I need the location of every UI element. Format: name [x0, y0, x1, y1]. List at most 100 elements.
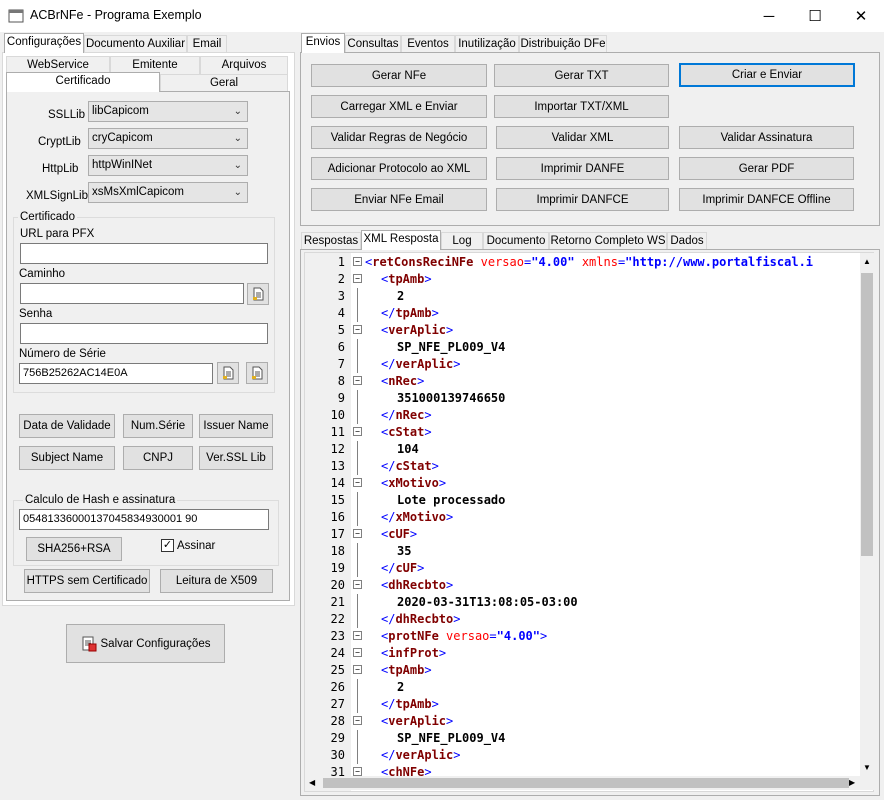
scroll-thumb[interactable]	[861, 273, 873, 556]
select-cert-button[interactable]	[217, 362, 239, 384]
importar-txt-xml-button[interactable]: Importar TXT/XML	[494, 95, 669, 118]
https-sem-certificado-button[interactable]: HTTPS sem Certificado	[24, 569, 150, 593]
select-cert-list-button[interactable]	[246, 362, 268, 384]
imprimir-danfe-button[interactable]: Imprimir DANFE	[496, 157, 669, 180]
scroll-right-icon[interactable]: ▶	[849, 778, 855, 787]
enviar-nfe-email-button[interactable]: Enviar NFe Email	[311, 188, 487, 211]
line-number: 25	[330, 663, 345, 677]
validar-xml-button[interactable]: Validar XML	[496, 126, 669, 149]
issuer-name-button[interactable]: Issuer Name	[199, 414, 273, 438]
adicionar-protocolo-button[interactable]: Adicionar Protocolo ao XML	[311, 157, 487, 180]
code-text: <tpAmb>	[381, 662, 432, 679]
salvar-configuracoes-button[interactable]: Salvar Configurações	[66, 624, 225, 663]
hscroll-thumb[interactable]	[323, 778, 849, 788]
tab-eventos[interactable]: Eventos	[401, 35, 455, 53]
gerar-nfe-button[interactable]: Gerar NFe	[311, 64, 487, 87]
xml-bracket: </	[381, 459, 396, 473]
line-number: 27	[330, 697, 345, 711]
fold-toggle-icon[interactable]: −	[353, 325, 362, 334]
fold-toggle-icon[interactable]: −	[353, 529, 362, 538]
imprimir-danfce-offline-button[interactable]: Imprimir DANFCE Offline	[679, 188, 854, 211]
caminho-input[interactable]	[20, 283, 244, 304]
scroll-up-icon[interactable]: ▲	[863, 257, 871, 266]
minimize-button[interactable]: ─	[746, 0, 792, 32]
vertical-scrollbar[interactable]: ▲ ▼	[860, 253, 874, 790]
code-text: <dhRecbto>	[381, 577, 453, 594]
fold-toggle-icon[interactable]: −	[353, 427, 362, 436]
fold-toggle-icon[interactable]: −	[353, 376, 362, 385]
subject-name-button[interactable]: Subject Name	[19, 446, 115, 470]
url-pfx-input[interactable]	[20, 243, 268, 264]
fold-toggle-icon[interactable]: −	[353, 478, 362, 487]
carregar-xml-enviar-button[interactable]: Carregar XML e Enviar	[311, 95, 487, 118]
tab-consultas[interactable]: Consultas	[345, 35, 401, 53]
leitura-x509-button[interactable]: Leitura de X509	[160, 569, 273, 593]
xml-text-value: 351000139746650	[397, 391, 506, 405]
fold-toggle-icon[interactable]: −	[353, 665, 362, 674]
line-number: 28	[330, 714, 345, 728]
tab-geral[interactable]: Geral	[160, 74, 288, 92]
tab-envios[interactable]: Envios	[301, 33, 345, 53]
fold-toggle-icon[interactable]: −	[353, 274, 362, 283]
validar-regras-negocio-button[interactable]: Validar Regras de Negócio	[311, 126, 487, 149]
xml-attr-value: "http://www.portalfiscal.i	[625, 255, 814, 269]
ver-ssl-lib-button[interactable]: Ver.SSL Lib	[199, 446, 273, 470]
fold-toggle-icon[interactable]: −	[353, 648, 362, 657]
cnpj-button[interactable]: CNPJ	[123, 446, 193, 470]
xml-text-value: Lote processado	[397, 493, 506, 507]
tab-distribuicao-dfe[interactable]: Distribuição DFe	[519, 35, 607, 53]
fold-toggle-icon[interactable]: −	[353, 767, 362, 776]
xml-bracket: </	[381, 408, 396, 422]
xml-bracket: >	[424, 663, 432, 677]
data-validade-button[interactable]: Data de Validade	[19, 414, 115, 438]
fold-toggle-icon[interactable]: −	[353, 631, 362, 640]
xml-tag-name: verAplic	[388, 323, 447, 337]
tab-arquivos[interactable]: Arquivos	[200, 56, 288, 74]
code-line: 13 </cStat>	[305, 458, 861, 475]
senha-input[interactable]	[20, 323, 268, 344]
httplib-select[interactable]: httpWinINet ⌄	[88, 155, 248, 176]
tab-log[interactable]: Log	[441, 232, 483, 250]
line-number: 21	[330, 595, 345, 609]
scroll-left-icon[interactable]: ◀	[309, 778, 315, 787]
tab-xml-resposta[interactable]: XML Resposta	[361, 230, 441, 250]
xml-editor[interactable]: 1− <retConsReciNFe versao="4.00" xmlns="h…	[304, 252, 874, 792]
chevron-down-icon: ⌄	[233, 160, 242, 171]
tab-dados[interactable]: Dados	[667, 232, 707, 250]
assinar-checkbox[interactable]: ✓	[161, 539, 174, 552]
code-line: 28− <verAplic>	[305, 713, 861, 730]
xml-tag-name: xMotivo	[395, 510, 447, 524]
tab-retorno-completo-ws[interactable]: Retorno Completo WS	[549, 232, 667, 250]
tab-documento-auxiliar[interactable]: Documento Auxiliar	[84, 35, 187, 53]
fold-toggle-icon[interactable]: −	[353, 716, 362, 725]
tab-inutilizacao[interactable]: Inutilização	[455, 35, 519, 53]
horizontal-scrollbar[interactable]: ◀ ▶	[305, 776, 860, 790]
browse-file-button[interactable]	[247, 283, 269, 305]
xml-bracket: >	[453, 612, 461, 626]
sha256-rsa-button[interactable]: SHA256+RSA	[26, 537, 122, 561]
fold-toggle-icon[interactable]: −	[353, 257, 362, 266]
chevron-down-icon: ⌄	[233, 106, 242, 117]
tab-documento[interactable]: Documento	[483, 232, 549, 250]
scroll-down-icon[interactable]: ▼	[863, 763, 871, 772]
num-serie-button[interactable]: Num.Série	[123, 414, 193, 438]
validar-assinatura-button[interactable]: Validar Assinatura	[679, 126, 854, 149]
tab-configuracoes[interactable]: Configurações	[4, 33, 84, 53]
imprimir-danfce-button[interactable]: Imprimir DANFCE	[496, 188, 669, 211]
ssllib-select[interactable]: libCapicom ⌄	[88, 101, 248, 122]
hash-input[interactable]: 05481336000137045834930001 90	[19, 509, 269, 530]
close-button[interactable]: ✕	[838, 0, 884, 32]
tab-respostas[interactable]: Respostas	[301, 232, 361, 250]
tab-email[interactable]: Email	[187, 35, 227, 53]
fold-guide	[357, 339, 358, 356]
fold-toggle-icon[interactable]: −	[353, 580, 362, 589]
ssllib-label: SSLLib	[48, 109, 86, 121]
criar-e-enviar-button[interactable]: Criar e Enviar	[679, 63, 855, 87]
tab-certificado[interactable]: Certificado	[6, 72, 160, 92]
numero-serie-input[interactable]: 756B25262AC14E0A	[19, 363, 213, 384]
cryptlib-select[interactable]: cryCapicom ⌄	[88, 128, 248, 149]
gerar-txt-button[interactable]: Gerar TXT	[494, 64, 669, 87]
xmlsignlib-select[interactable]: xsMsXmlCapicom ⌄	[88, 182, 248, 203]
gerar-pdf-button[interactable]: Gerar PDF	[679, 157, 854, 180]
maximize-button[interactable]: ☐	[792, 0, 838, 32]
